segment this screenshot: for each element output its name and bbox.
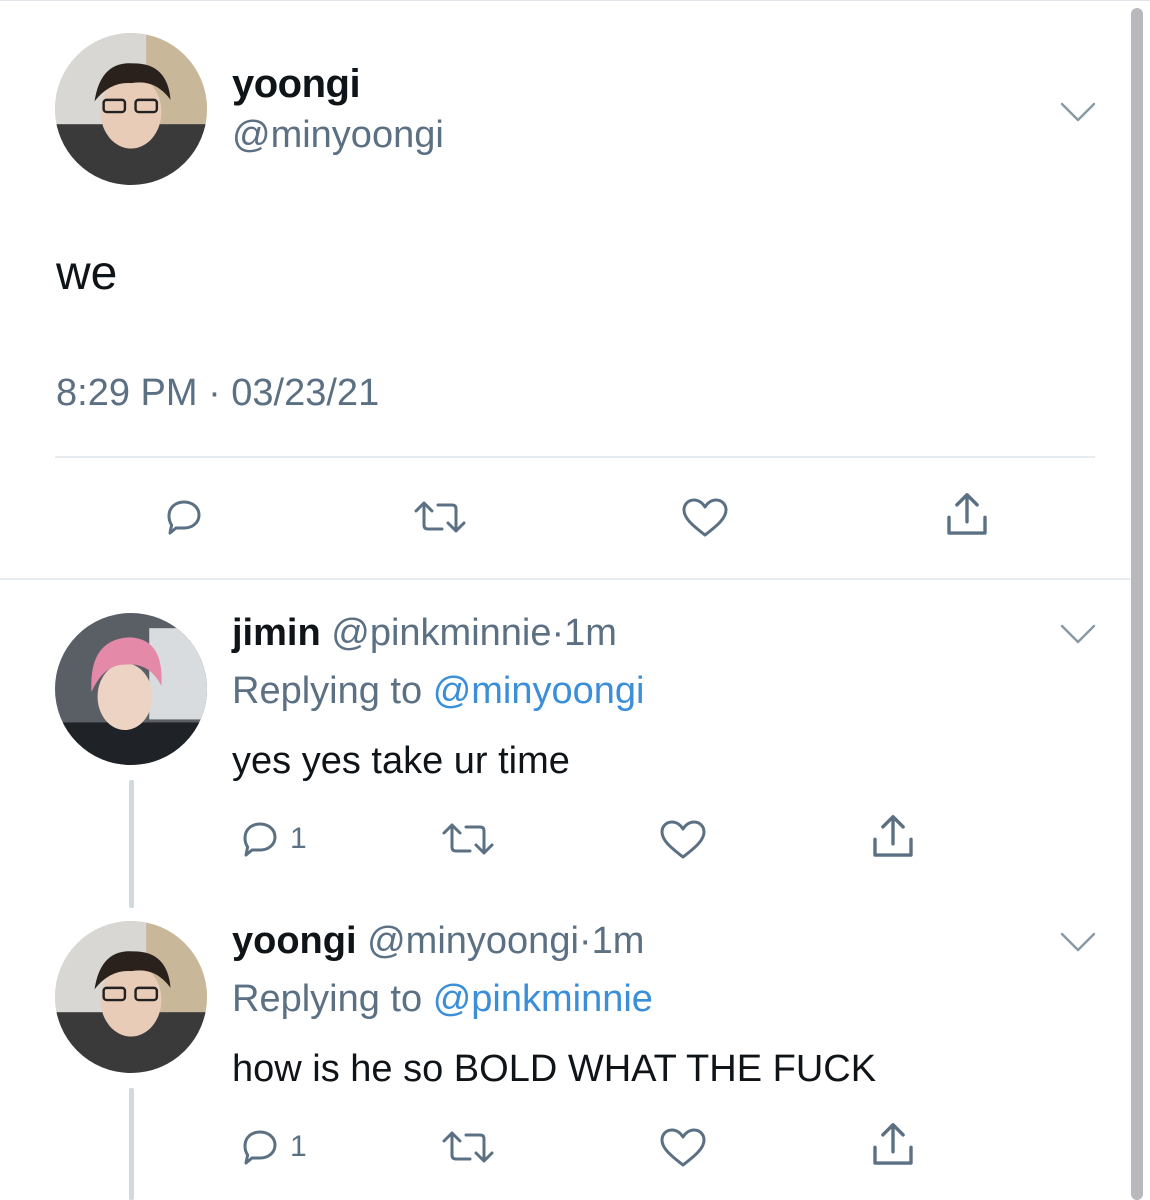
like-button[interactable] <box>656 815 710 863</box>
share-button[interactable] <box>866 810 920 864</box>
mention-link[interactable]: @pinkminnie <box>433 978 653 1020</box>
retweet-button[interactable] <box>438 815 498 863</box>
reply-time[interactable]: 1m <box>592 920 645 962</box>
author-handle[interactable]: @minyoongi <box>367 920 579 962</box>
replying-to: Replying to @minyoongi <box>232 670 644 713</box>
like-button[interactable] <box>678 493 732 541</box>
reply-icon <box>243 1130 277 1165</box>
divider <box>55 456 1095 458</box>
avatar[interactable] <box>55 33 207 185</box>
share-icon <box>873 815 913 857</box>
share-icon <box>947 493 987 535</box>
avatar-image <box>55 613 207 765</box>
tweet-timestamp[interactable]: 8:29 PM · 03/23/21 <box>56 372 379 415</box>
retweet-button[interactable] <box>410 493 470 541</box>
share-button[interactable] <box>940 488 994 542</box>
top-divider <box>0 0 1150 1</box>
author-name[interactable]: jimin <box>232 612 321 654</box>
retweet-icon <box>442 823 494 855</box>
avatar-image <box>55 33 207 185</box>
replying-to: Replying to @pinkminnie <box>232 978 653 1021</box>
separator: · <box>551 612 565 654</box>
tweet-thread-page: yoongi @minyoongi we 8:29 PM · 03/23/21 <box>0 0 1150 1200</box>
heart-icon <box>682 498 728 537</box>
thread-line <box>129 1088 134 1200</box>
retweet-button[interactable] <box>438 1123 498 1171</box>
chevron-down-icon[interactable] <box>1058 928 1098 956</box>
divider <box>0 578 1131 580</box>
reply-button[interactable]: 1 <box>236 815 307 863</box>
author-handle[interactable]: @pinkminnie <box>331 612 551 654</box>
chevron-down-icon[interactable] <box>1058 98 1098 126</box>
author-name[interactable]: yoongi <box>232 62 361 107</box>
avatar-image <box>55 921 207 1073</box>
reply-button[interactable]: 1 <box>236 1123 307 1171</box>
author-name[interactable]: yoongi <box>232 920 357 962</box>
share-button[interactable] <box>866 1118 920 1172</box>
retweet-icon <box>414 501 466 533</box>
avatar[interactable] <box>55 613 207 765</box>
reply-text: yes yes take ur time <box>232 740 570 782</box>
reply-time[interactable]: 1m <box>564 612 617 654</box>
separator: · <box>578 920 592 962</box>
heart-icon <box>660 820 706 859</box>
thread-line <box>129 780 134 908</box>
reply-count: 1 <box>290 1130 307 1163</box>
reply-count: 1 <box>290 822 307 855</box>
reply-header: jimin @pinkminnie·1m <box>232 612 617 655</box>
replying-prefix: Replying to <box>232 670 423 712</box>
reply-text: how is he so BOLD WHAT THE FUCK <box>232 1048 877 1090</box>
share-icon <box>873 1123 913 1165</box>
replying-prefix: Replying to <box>232 978 423 1020</box>
mention-link[interactable]: @minyoongi <box>433 670 645 712</box>
reply-icon <box>167 500 201 535</box>
avatar[interactable] <box>55 921 207 1073</box>
scrollbar[interactable] <box>1131 8 1143 1200</box>
like-button[interactable] <box>656 1123 710 1171</box>
author-handle[interactable]: @minyoongi <box>232 114 444 157</box>
reply-button[interactable] <box>160 493 208 541</box>
tweet-text: we <box>56 247 118 300</box>
reply-header: yoongi @minyoongi·1m <box>232 920 644 963</box>
chevron-down-icon[interactable] <box>1058 620 1098 648</box>
retweet-icon <box>442 1131 494 1163</box>
heart-icon <box>660 1128 706 1167</box>
reply-icon <box>243 822 277 857</box>
